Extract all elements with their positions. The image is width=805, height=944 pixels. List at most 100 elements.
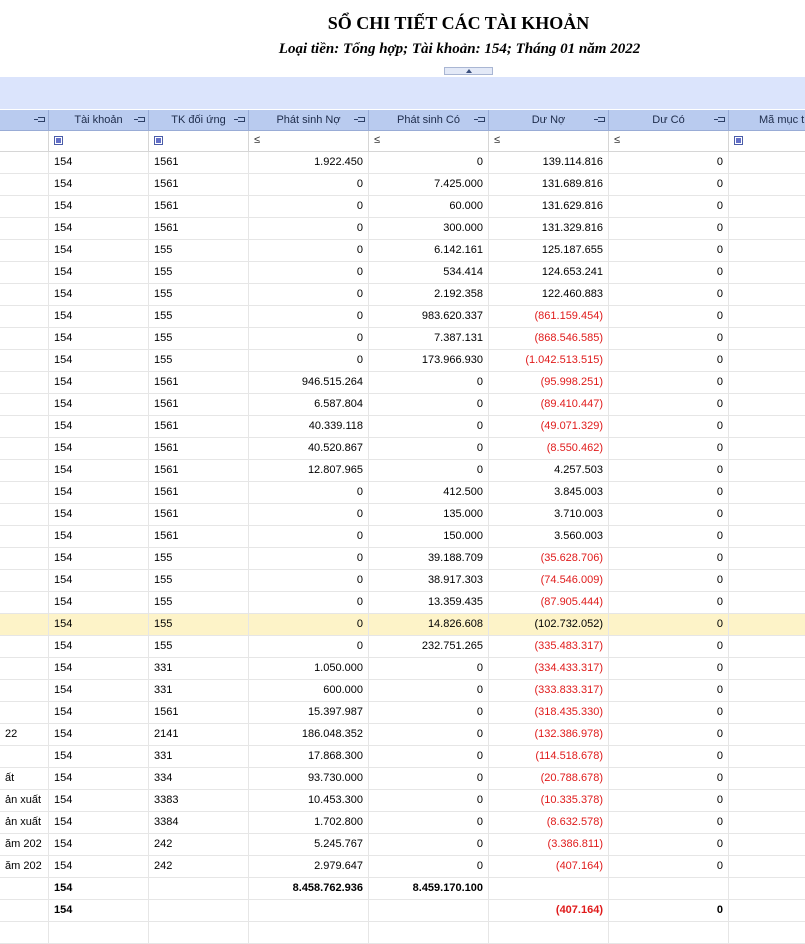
- cell-tai-khoan[interactable]: 154: [49, 350, 149, 371]
- cell-du-no[interactable]: (8.632.578): [489, 812, 609, 833]
- cell-phat-sinh-co[interactable]: 38.917.303: [369, 570, 489, 591]
- cell-phat-sinh-no[interactable]: 93.730.000: [249, 768, 369, 789]
- cell-du-co[interactable]: 0: [609, 218, 729, 239]
- cell-description[interactable]: [0, 900, 49, 921]
- cell-du-co[interactable]: 0: [609, 768, 729, 789]
- cell-tk-doi-ung[interactable]: 155: [149, 240, 249, 261]
- cell-du-co[interactable]: 0: [609, 240, 729, 261]
- cell-phat-sinh-co[interactable]: 0: [369, 394, 489, 415]
- filter-condition-icon[interactable]: [154, 136, 163, 145]
- cell-tai-khoan[interactable]: 154: [49, 614, 149, 635]
- cell-description[interactable]: [0, 416, 49, 437]
- cell-phat-sinh-co[interactable]: 0: [369, 768, 489, 789]
- cell-ma-muc[interactable]: [729, 460, 805, 481]
- table-row[interactable]: ản xuất 154 3384 1.702.800 0 (8.632.578) 0: [0, 812, 805, 834]
- table-row[interactable]: 154 1561 946.515.264 0 (95.998.251) 0: [0, 372, 805, 394]
- cell-phat-sinh-no[interactable]: 2.979.647: [249, 856, 369, 877]
- cell-tai-khoan[interactable]: 154: [49, 570, 149, 591]
- cell-du-co[interactable]: 0: [609, 636, 729, 657]
- cell-tai-khoan[interactable]: 154: [49, 724, 149, 745]
- cell-du-co[interactable]: 0: [609, 900, 729, 921]
- cell-tk-doi-ung[interactable]: 334: [149, 768, 249, 789]
- cell-du-co[interactable]: 0: [609, 372, 729, 393]
- filter-condition-icon[interactable]: [54, 136, 63, 145]
- cell-tk-doi-ung[interactable]: 155: [149, 350, 249, 371]
- cell-tk-doi-ung[interactable]: 242: [149, 856, 249, 877]
- cell-phat-sinh-no[interactable]: [249, 900, 369, 921]
- filter-cell-du-co[interactable]: ≤: [609, 131, 729, 151]
- table-row[interactable]: 154 155 0 173.966.930 (1.042.513.515) 0: [0, 350, 805, 372]
- table-row[interactable]: 154 155 0 39.188.709 (35.628.706) 0: [0, 548, 805, 570]
- cell-du-no[interactable]: 122.460.883: [489, 284, 609, 305]
- filter-cell-tk-doi-ung[interactable]: [149, 131, 249, 151]
- cell-du-no[interactable]: 125.187.655: [489, 240, 609, 261]
- cell-phat-sinh-co[interactable]: 13.359.435: [369, 592, 489, 613]
- cell-tai-khoan[interactable]: 154: [49, 636, 149, 657]
- cell-description[interactable]: [0, 526, 49, 547]
- column-header-tai-khoan[interactable]: Tài khoản: [49, 110, 149, 130]
- cell-du-co[interactable]: 0: [609, 350, 729, 371]
- cell-tk-doi-ung[interactable]: 155: [149, 306, 249, 327]
- cell-du-no[interactable]: (20.788.678): [489, 768, 609, 789]
- cell-tk-doi-ung[interactable]: 331: [149, 680, 249, 701]
- table-row[interactable]: 154 1561 0 150.000 3.560.003 0: [0, 526, 805, 548]
- cell-phat-sinh-co[interactable]: 173.966.930: [369, 350, 489, 371]
- cell-description[interactable]: [0, 878, 49, 899]
- cell-du-no[interactable]: (102.732.052): [489, 614, 609, 635]
- column-header-phat-sinh-co[interactable]: Phát sinh Có: [369, 110, 489, 130]
- cell-tk-doi-ung[interactable]: 1561: [149, 174, 249, 195]
- cell-tai-khoan[interactable]: 154: [49, 284, 149, 305]
- cell-tai-khoan[interactable]: 154: [49, 702, 149, 723]
- cell-phat-sinh-co[interactable]: 0: [369, 812, 489, 833]
- table-row[interactable]: 154 155 0 38.917.303 (74.546.009) 0: [0, 570, 805, 592]
- cell-description[interactable]: [0, 460, 49, 481]
- cell-phat-sinh-no[interactable]: 0: [249, 636, 369, 657]
- cell-ma-muc[interactable]: [729, 922, 805, 943]
- column-header-du-no[interactable]: Dư Nợ: [489, 110, 609, 130]
- pin-icon[interactable]: [474, 117, 485, 122]
- cell-phat-sinh-co[interactable]: [369, 900, 489, 921]
- cell-ma-muc[interactable]: [729, 548, 805, 569]
- cell-du-co[interactable]: 0: [609, 284, 729, 305]
- cell-phat-sinh-co[interactable]: 0: [369, 152, 489, 173]
- cell-du-no[interactable]: 3.710.003: [489, 504, 609, 525]
- table-row[interactable]: 154 8.458.762.936 8.459.170.100: [0, 878, 805, 900]
- cell-du-co[interactable]: 0: [609, 196, 729, 217]
- cell-ma-muc[interactable]: [729, 614, 805, 635]
- cell-du-no[interactable]: (8.550.462): [489, 438, 609, 459]
- cell-tai-khoan[interactable]: 154: [49, 768, 149, 789]
- cell-ma-muc[interactable]: [729, 746, 805, 767]
- cell-phat-sinh-no[interactable]: 0: [249, 570, 369, 591]
- cell-du-no[interactable]: (868.546.585): [489, 328, 609, 349]
- cell-tai-khoan[interactable]: 154: [49, 218, 149, 239]
- table-row[interactable]: 154 1561 0 135.000 3.710.003 0: [0, 504, 805, 526]
- table-row[interactable]: 154 331 17.868.300 0 (114.518.678) 0: [0, 746, 805, 768]
- cell-tk-doi-ung[interactable]: 1561: [149, 372, 249, 393]
- cell-ma-muc[interactable]: [729, 768, 805, 789]
- cell-du-no[interactable]: (407.164): [489, 900, 609, 921]
- cell-tk-doi-ung[interactable]: 1561: [149, 482, 249, 503]
- cell-du-no[interactable]: (335.483.317): [489, 636, 609, 657]
- cell-tk-doi-ung[interactable]: 1561: [149, 394, 249, 415]
- table-row[interactable]: 154 155 0 6.142.161 125.187.655 0: [0, 240, 805, 262]
- table-row[interactable]: ản xuất 154 3383 10.453.300 0 (10.335.378) 0: [0, 790, 805, 812]
- cell-tai-khoan[interactable]: 154: [49, 834, 149, 855]
- cell-description[interactable]: [0, 570, 49, 591]
- cell-tai-khoan[interactable]: [49, 922, 149, 943]
- cell-du-co[interactable]: 0: [609, 174, 729, 195]
- cell-ma-muc[interactable]: [729, 504, 805, 525]
- cell-description[interactable]: ản xuất: [0, 812, 49, 833]
- cell-du-no[interactable]: (49.071.329): [489, 416, 609, 437]
- cell-phat-sinh-no[interactable]: 0: [249, 240, 369, 261]
- cell-tk-doi-ung[interactable]: 1561: [149, 460, 249, 481]
- cell-ma-muc[interactable]: [729, 152, 805, 173]
- cell-description[interactable]: ất: [0, 768, 49, 789]
- filter-cell-phat-sinh-co[interactable]: ≤: [369, 131, 489, 151]
- cell-du-no[interactable]: 131.689.816: [489, 174, 609, 195]
- cell-tk-doi-ung[interactable]: [149, 922, 249, 943]
- cell-du-co[interactable]: [609, 922, 729, 943]
- cell-du-no[interactable]: 3.560.003: [489, 526, 609, 547]
- cell-description[interactable]: [0, 592, 49, 613]
- cell-tk-doi-ung[interactable]: 155: [149, 570, 249, 591]
- cell-tk-doi-ung[interactable]: 3383: [149, 790, 249, 811]
